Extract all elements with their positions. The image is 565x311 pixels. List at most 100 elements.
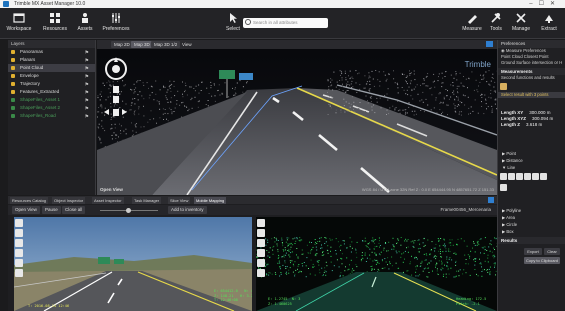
photo-tool-1-icon[interactable] bbox=[15, 219, 23, 227]
layer-visibility-icon[interactable] bbox=[11, 74, 15, 78]
layer-visibility-icon[interactable] bbox=[11, 50, 15, 54]
layer-visibility-icon[interactable] bbox=[11, 114, 15, 118]
navigation-gizmo[interactable] bbox=[101, 54, 131, 124]
line-icon-4[interactable] bbox=[524, 173, 531, 180]
polyline-tool[interactable]: ▶ Polyline bbox=[498, 207, 565, 214]
preferences-button[interactable]: Preferences bbox=[100, 12, 132, 32]
photo-tool-3-icon[interactable] bbox=[15, 239, 23, 247]
cloud-readout-right: Heading: 172.5 Pitch: -2.1 bbox=[456, 297, 487, 306]
point-tool[interactable]: ▶ Point bbox=[498, 150, 565, 157]
manage-button[interactable]: Manage bbox=[510, 12, 532, 32]
distance-tool[interactable]: ▶ Distance bbox=[498, 157, 565, 164]
box-tool[interactable]: ▶ Box bbox=[498, 228, 565, 235]
layer-visibility-icon[interactable] bbox=[11, 98, 15, 102]
photo-tool-2-icon[interactable] bbox=[15, 229, 23, 237]
tab-mobile-mapping[interactable]: Mobile Mapping bbox=[194, 197, 227, 204]
line-tool[interactable]: ▼ Line bbox=[498, 164, 565, 171]
playback-slider[interactable] bbox=[100, 208, 158, 213]
window-title: Trimble MX Asset Manager 10.0 bbox=[14, 1, 86, 7]
photo-tool-4-icon[interactable] bbox=[15, 249, 23, 257]
export-button[interactable]: Export bbox=[524, 248, 542, 255]
resources-button[interactable]: Resources bbox=[40, 12, 70, 32]
measure-button[interactable]: Measure bbox=[460, 12, 484, 32]
tab-asset-inspector[interactable]: Asset Inspector bbox=[92, 197, 124, 204]
line-icon-7[interactable] bbox=[500, 184, 507, 191]
tab-map-3d[interactable]: Map 3D bbox=[131, 41, 153, 48]
line-icon-5[interactable] bbox=[532, 173, 539, 180]
layer-item[interactable]: ShapeFiles_Road ⚑ bbox=[8, 112, 95, 120]
photo-tool-6-icon[interactable] bbox=[15, 269, 23, 277]
area-tool[interactable]: ▶ Area bbox=[498, 214, 565, 221]
frame-info: Frame00456_Mercenaria bbox=[440, 207, 491, 212]
layer-visibility-icon[interactable] bbox=[11, 90, 15, 94]
select-button[interactable]: Select bbox=[224, 12, 242, 32]
layer-item[interactable]: ShapeFiles_Asset 2 ⚑ bbox=[8, 104, 95, 112]
layer-label: ShapeFiles_Asset 2 bbox=[20, 105, 61, 110]
panel-maximize-icon[interactable] bbox=[488, 197, 494, 203]
cloud-tool-6-icon[interactable] bbox=[257, 269, 265, 277]
bottom-panel: Resources Catalog Object Inspector Asset… bbox=[8, 196, 497, 311]
app-logo-icon bbox=[3, 1, 9, 7]
layer-flag-icon[interactable]: ⚑ bbox=[85, 113, 89, 121]
open-view-label[interactable]: Open View bbox=[100, 187, 123, 192]
tab-resources-catalog[interactable]: Resources Catalog bbox=[10, 197, 49, 204]
search-input[interactable]: Search in all attributes bbox=[243, 18, 328, 28]
extract-button[interactable]: Extract bbox=[538, 12, 560, 32]
search-icon bbox=[245, 19, 251, 25]
tab-slice-view[interactable]: Slice View bbox=[168, 197, 191, 204]
line-icon-2[interactable] bbox=[508, 173, 515, 180]
photo-tool-5-icon[interactable] bbox=[15, 259, 23, 267]
point-cloud-3d-view[interactable]: Map 2D Map 3D Map 3D 1/2 View Trimble Op… bbox=[97, 40, 497, 195]
line-icon-3[interactable] bbox=[516, 173, 523, 180]
view-menu[interactable]: View bbox=[179, 41, 195, 48]
close-all-button[interactable]: Close all bbox=[62, 206, 86, 214]
layer-visibility-icon[interactable] bbox=[11, 82, 15, 86]
line-icon-6[interactable] bbox=[540, 173, 547, 180]
measure-mode-icon[interactable] bbox=[500, 83, 507, 90]
assets-button[interactable]: Assets bbox=[74, 12, 96, 32]
line-icon-1[interactable] bbox=[500, 173, 507, 180]
copy-to-clipboard-button[interactable]: Copy to Clipboard bbox=[524, 257, 560, 264]
window-controls[interactable]: –☐✕ bbox=[529, 0, 561, 8]
tab-task-manager[interactable]: Task Manager bbox=[132, 197, 162, 204]
maximize-view-icon[interactable] bbox=[486, 41, 493, 47]
clear-button[interactable]: Clear bbox=[544, 248, 560, 255]
layer-visibility-icon[interactable] bbox=[11, 66, 15, 70]
length-xy-value: 300.000 m bbox=[529, 110, 551, 115]
open-view-button[interactable]: Open View bbox=[12, 206, 40, 214]
tools-button[interactable]: Tools bbox=[488, 12, 504, 32]
layer-label: Planars bbox=[20, 57, 36, 62]
layer-label: Point Cloud bbox=[20, 65, 44, 70]
layer-item[interactable]: Panoramas ⚑ bbox=[8, 48, 95, 56]
tab-map-2d[interactable]: Map 2D bbox=[111, 41, 133, 48]
layer-item[interactable]: Point Cloud ⚑ bbox=[8, 64, 95, 72]
cloud-tool-3-icon[interactable] bbox=[257, 239, 265, 247]
assets-icon bbox=[82, 13, 88, 23]
slider-knob[interactable] bbox=[126, 208, 131, 213]
layer-item[interactable]: Features_Extracted ⚑ bbox=[8, 88, 95, 96]
cloud-tool-5-icon[interactable] bbox=[257, 259, 265, 267]
cloud-tool-4-icon[interactable] bbox=[257, 249, 265, 257]
layer-item[interactable]: Planars ⚑ bbox=[8, 56, 95, 64]
panorama-photo-view[interactable]: E: 654412.0 N: 4857612.3 Z: 148.21 H: 3.… bbox=[14, 217, 252, 311]
layer-item[interactable]: ShapeFiles_Asset 1 ⚑ bbox=[8, 96, 95, 104]
layers-panel-header: Layers bbox=[8, 40, 95, 48]
layer-visibility-icon[interactable] bbox=[11, 106, 15, 110]
point-cloud-2d-view[interactable]: E: 1.2745 N: 3 Z: 1.460625 Heading: 172.… bbox=[256, 217, 497, 311]
tab-map-3d-half[interactable]: Map 3D 1/2 bbox=[151, 41, 181, 48]
measure-label: Measure bbox=[462, 26, 482, 32]
cloud-tool-1-icon[interactable] bbox=[257, 219, 265, 227]
workspace-button[interactable]: Workspace bbox=[6, 12, 32, 32]
add-to-inventory-button[interactable]: Add to inventory bbox=[168, 206, 207, 214]
search-placeholder: Search in all attributes bbox=[253, 20, 298, 25]
option-ground-surface[interactable]: Ground Surface intersection or H bbox=[498, 60, 565, 66]
pause-button[interactable]: Pause bbox=[42, 206, 61, 214]
area-label: Area bbox=[506, 215, 516, 220]
photo-timestamp: T: 2016-08-24 12:46 bbox=[28, 304, 70, 308]
tab-object-inspector[interactable]: Object Inspector bbox=[52, 197, 86, 204]
circle-tool[interactable]: ▶ Circle bbox=[498, 221, 565, 228]
layer-visibility-icon[interactable] bbox=[11, 58, 15, 62]
layer-item[interactable]: Trajectory ⚑ bbox=[8, 80, 95, 88]
cloud-tool-2-icon[interactable] bbox=[257, 229, 265, 237]
layer-item[interactable]: Envelope ⚑ bbox=[8, 72, 95, 80]
